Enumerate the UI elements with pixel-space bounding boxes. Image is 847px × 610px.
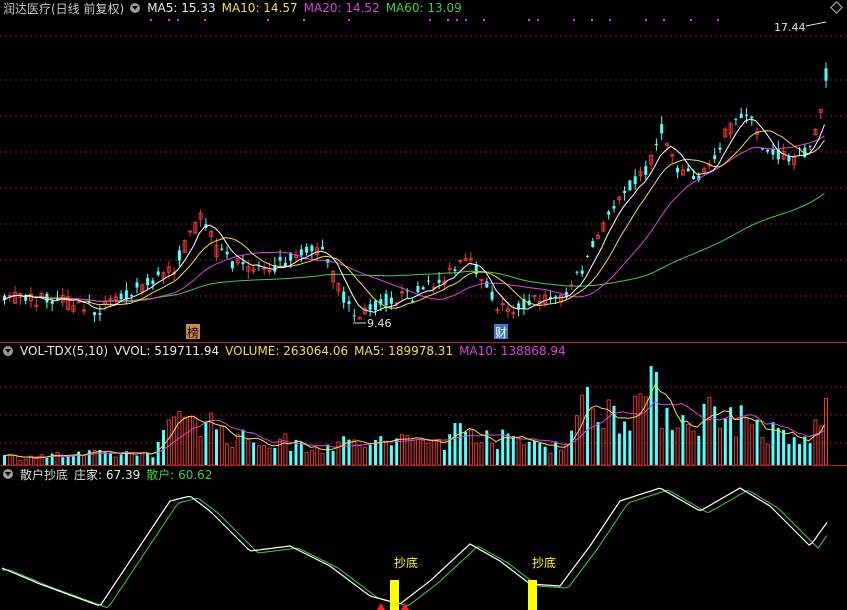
high-annotation: 17.44 — [774, 21, 827, 34]
badge-bang: 榜 — [187, 325, 199, 340]
signal-bar — [390, 580, 399, 610]
badge-cai: 财 — [495, 326, 507, 340]
indicator-chart[interactable]: 抄底 抄底 — [0, 466, 847, 610]
price-panel[interactable]: 润达医疗(日线 前复权) MA5: 15.33 MA10: 14.57 MA20… — [0, 0, 847, 342]
signal-label-1: 抄底 — [394, 555, 418, 570]
ma10-line — [2, 130, 825, 309]
arrow-up-icon — [377, 603, 385, 610]
ma20-line — [2, 135, 825, 303]
signal-label-2: 抄底 — [532, 555, 556, 570]
zhuangjia-line — [1, 487, 828, 606]
volume-chart[interactable] — [0, 343, 847, 465]
indicator-panel[interactable]: 散户抄底 庄家: 67.39 散户: 60.62 抄底 抄底 — [0, 466, 847, 610]
signal-bar — [528, 580, 537, 610]
low-price-label: 9.46 — [367, 317, 392, 330]
high-price-label: 17.44 — [774, 21, 806, 34]
volume-panel[interactable]: VOL-TDX(5,10) VVOL: 519711.94 VOLUME: 26… — [0, 343, 847, 465]
sanhu-line — [2, 489, 828, 609]
candlestick-chart[interactable]: 17.44 9.46 榜 财 — [0, 0, 847, 342]
